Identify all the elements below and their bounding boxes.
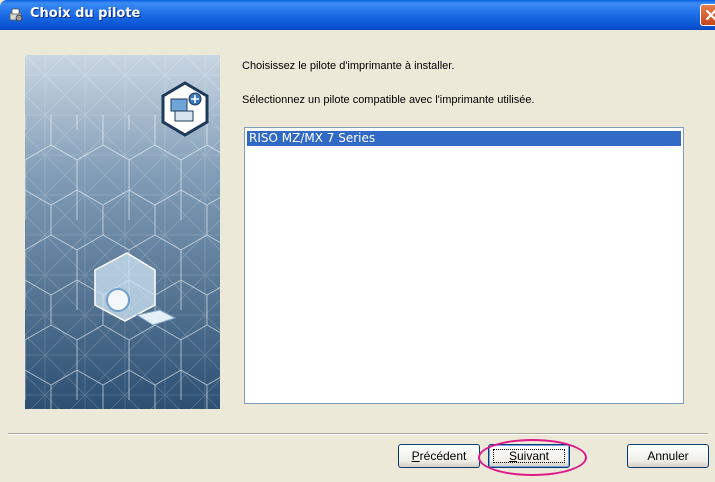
back-button-accel: P bbox=[411, 449, 420, 463]
close-icon bbox=[705, 9, 715, 21]
button-separator bbox=[8, 433, 708, 435]
network-printer-add-icon bbox=[161, 81, 209, 137]
next-button[interactable]: Suivant bbox=[488, 444, 570, 468]
side-banner-image bbox=[25, 55, 220, 409]
driver-choice-dialog: Choix du pilote Choisissez le pilote d'i… bbox=[0, 0, 715, 482]
back-button[interactable]: Précédent bbox=[398, 444, 480, 468]
next-button-accel: S bbox=[508, 449, 517, 463]
cancel-button[interactable]: Annuler bbox=[627, 444, 709, 468]
list-item-selected[interactable]: RISO MZ/MX 7 Series bbox=[247, 131, 681, 146]
next-button-label: uivant bbox=[516, 449, 550, 463]
dialog-body: Choisissez le pilote d'imprimante à inst… bbox=[0, 30, 715, 482]
back-button-label: récédent bbox=[419, 449, 467, 463]
title-bar[interactable]: Choix du pilote bbox=[0, 0, 715, 30]
printer-setup-icon bbox=[8, 7, 24, 23]
window-title: Choix du pilote bbox=[30, 6, 141, 21]
instruction-choose-driver: Choisissez le pilote d'imprimante à inst… bbox=[242, 60, 455, 72]
close-button[interactable] bbox=[700, 4, 715, 26]
instruction-select-compatible: Sélectionnez un pilote compatible avec l… bbox=[242, 94, 535, 106]
driver-listbox[interactable]: RISO MZ/MX 7 Series bbox=[244, 127, 684, 404]
